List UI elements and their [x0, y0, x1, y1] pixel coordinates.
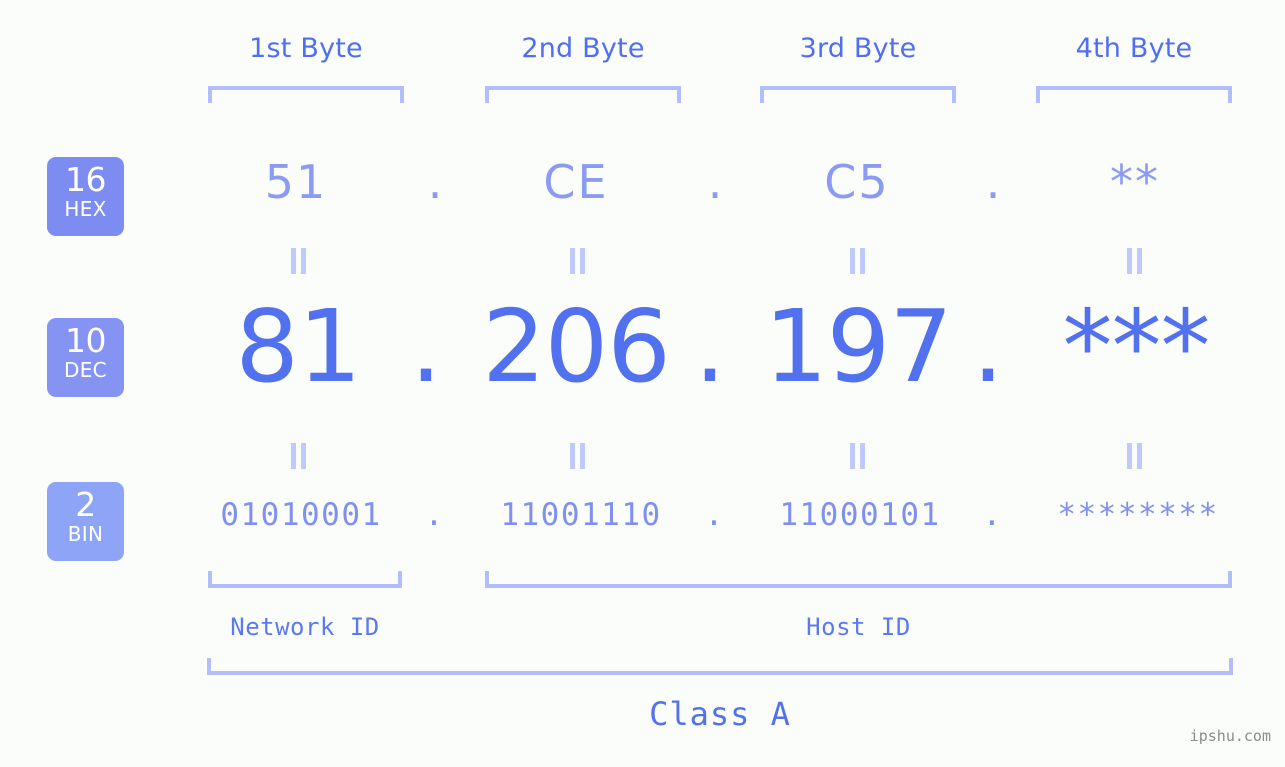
equals-mark-dec-bin-3	[842, 443, 872, 469]
byte-header-4: 4th Byte	[1075, 33, 1193, 64]
equals-mark-hex-dec-1	[283, 248, 313, 274]
equals-mark-dec-bin-2	[562, 443, 592, 469]
bin-byte-2: 11001110	[500, 497, 662, 533]
equals-mark-hex-dec-2	[562, 248, 592, 274]
bin-byte-1: 01010001	[220, 497, 382, 533]
hex-byte-3: C5	[824, 155, 890, 209]
dec-byte-2: 206	[482, 288, 671, 405]
hex-byte-2: CE	[543, 155, 609, 209]
site-watermark: ipshu.com	[1189, 727, 1271, 745]
network-id-bracket	[208, 571, 402, 588]
class-label: Class A	[649, 695, 791, 733]
byte-bracket-4	[1036, 86, 1232, 103]
dec-separator-3: .	[972, 288, 1004, 405]
ip-address-breakdown-diagram: 1st Byte 2nd Byte 3rd Byte 4th Byte 16 H…	[0, 0, 1285, 767]
bin-separator-2: .	[704, 497, 724, 533]
byte-header-2: 2nd Byte	[521, 33, 645, 64]
byte-header-1: 1st Byte	[249, 33, 363, 64]
base-badge-hex-unit: HEX	[64, 197, 107, 221]
bin-byte-3: 11000101	[779, 497, 941, 533]
byte-bracket-1	[208, 86, 404, 103]
hex-byte-1: 51	[264, 155, 328, 209]
base-badge-hex: 16 HEX	[47, 157, 124, 236]
equals-mark-hex-dec-3	[842, 248, 872, 274]
network-id-label: Network ID	[230, 613, 380, 641]
base-badge-bin-unit: BIN	[67, 522, 104, 546]
dec-byte-3: 197	[764, 288, 953, 405]
bin-separator-3: .	[982, 497, 1002, 533]
hex-separator-3: .	[985, 155, 1001, 209]
dec-separator-1: .	[410, 288, 442, 405]
base-badge-bin-number: 2	[75, 485, 96, 524]
byte-header-3: 3rd Byte	[799, 33, 917, 64]
dec-byte-4: ***	[1062, 288, 1211, 405]
host-id-bracket	[485, 571, 1232, 588]
equals-mark-dec-bin-4	[1119, 443, 1149, 469]
byte-bracket-3	[760, 86, 956, 103]
byte-bracket-2	[485, 86, 681, 103]
equals-mark-hex-dec-4	[1119, 248, 1149, 274]
dec-byte-1: 81	[235, 288, 361, 405]
bin-byte-4: ********	[1057, 497, 1219, 533]
base-badge-dec: 10 DEC	[47, 318, 124, 397]
bin-separator-1: .	[424, 497, 444, 533]
base-badge-hex-number: 16	[65, 160, 107, 199]
hex-separator-2: .	[707, 155, 723, 209]
hex-byte-4: **	[1110, 155, 1160, 209]
host-id-label: Host ID	[806, 613, 911, 641]
base-badge-dec-number: 10	[65, 321, 107, 360]
base-badge-dec-unit: DEC	[64, 358, 107, 382]
dec-separator-2: .	[694, 288, 726, 405]
base-badge-bin: 2 BIN	[47, 482, 124, 561]
hex-separator-1: .	[427, 155, 443, 209]
class-bracket	[207, 658, 1233, 675]
equals-mark-dec-bin-1	[283, 443, 313, 469]
